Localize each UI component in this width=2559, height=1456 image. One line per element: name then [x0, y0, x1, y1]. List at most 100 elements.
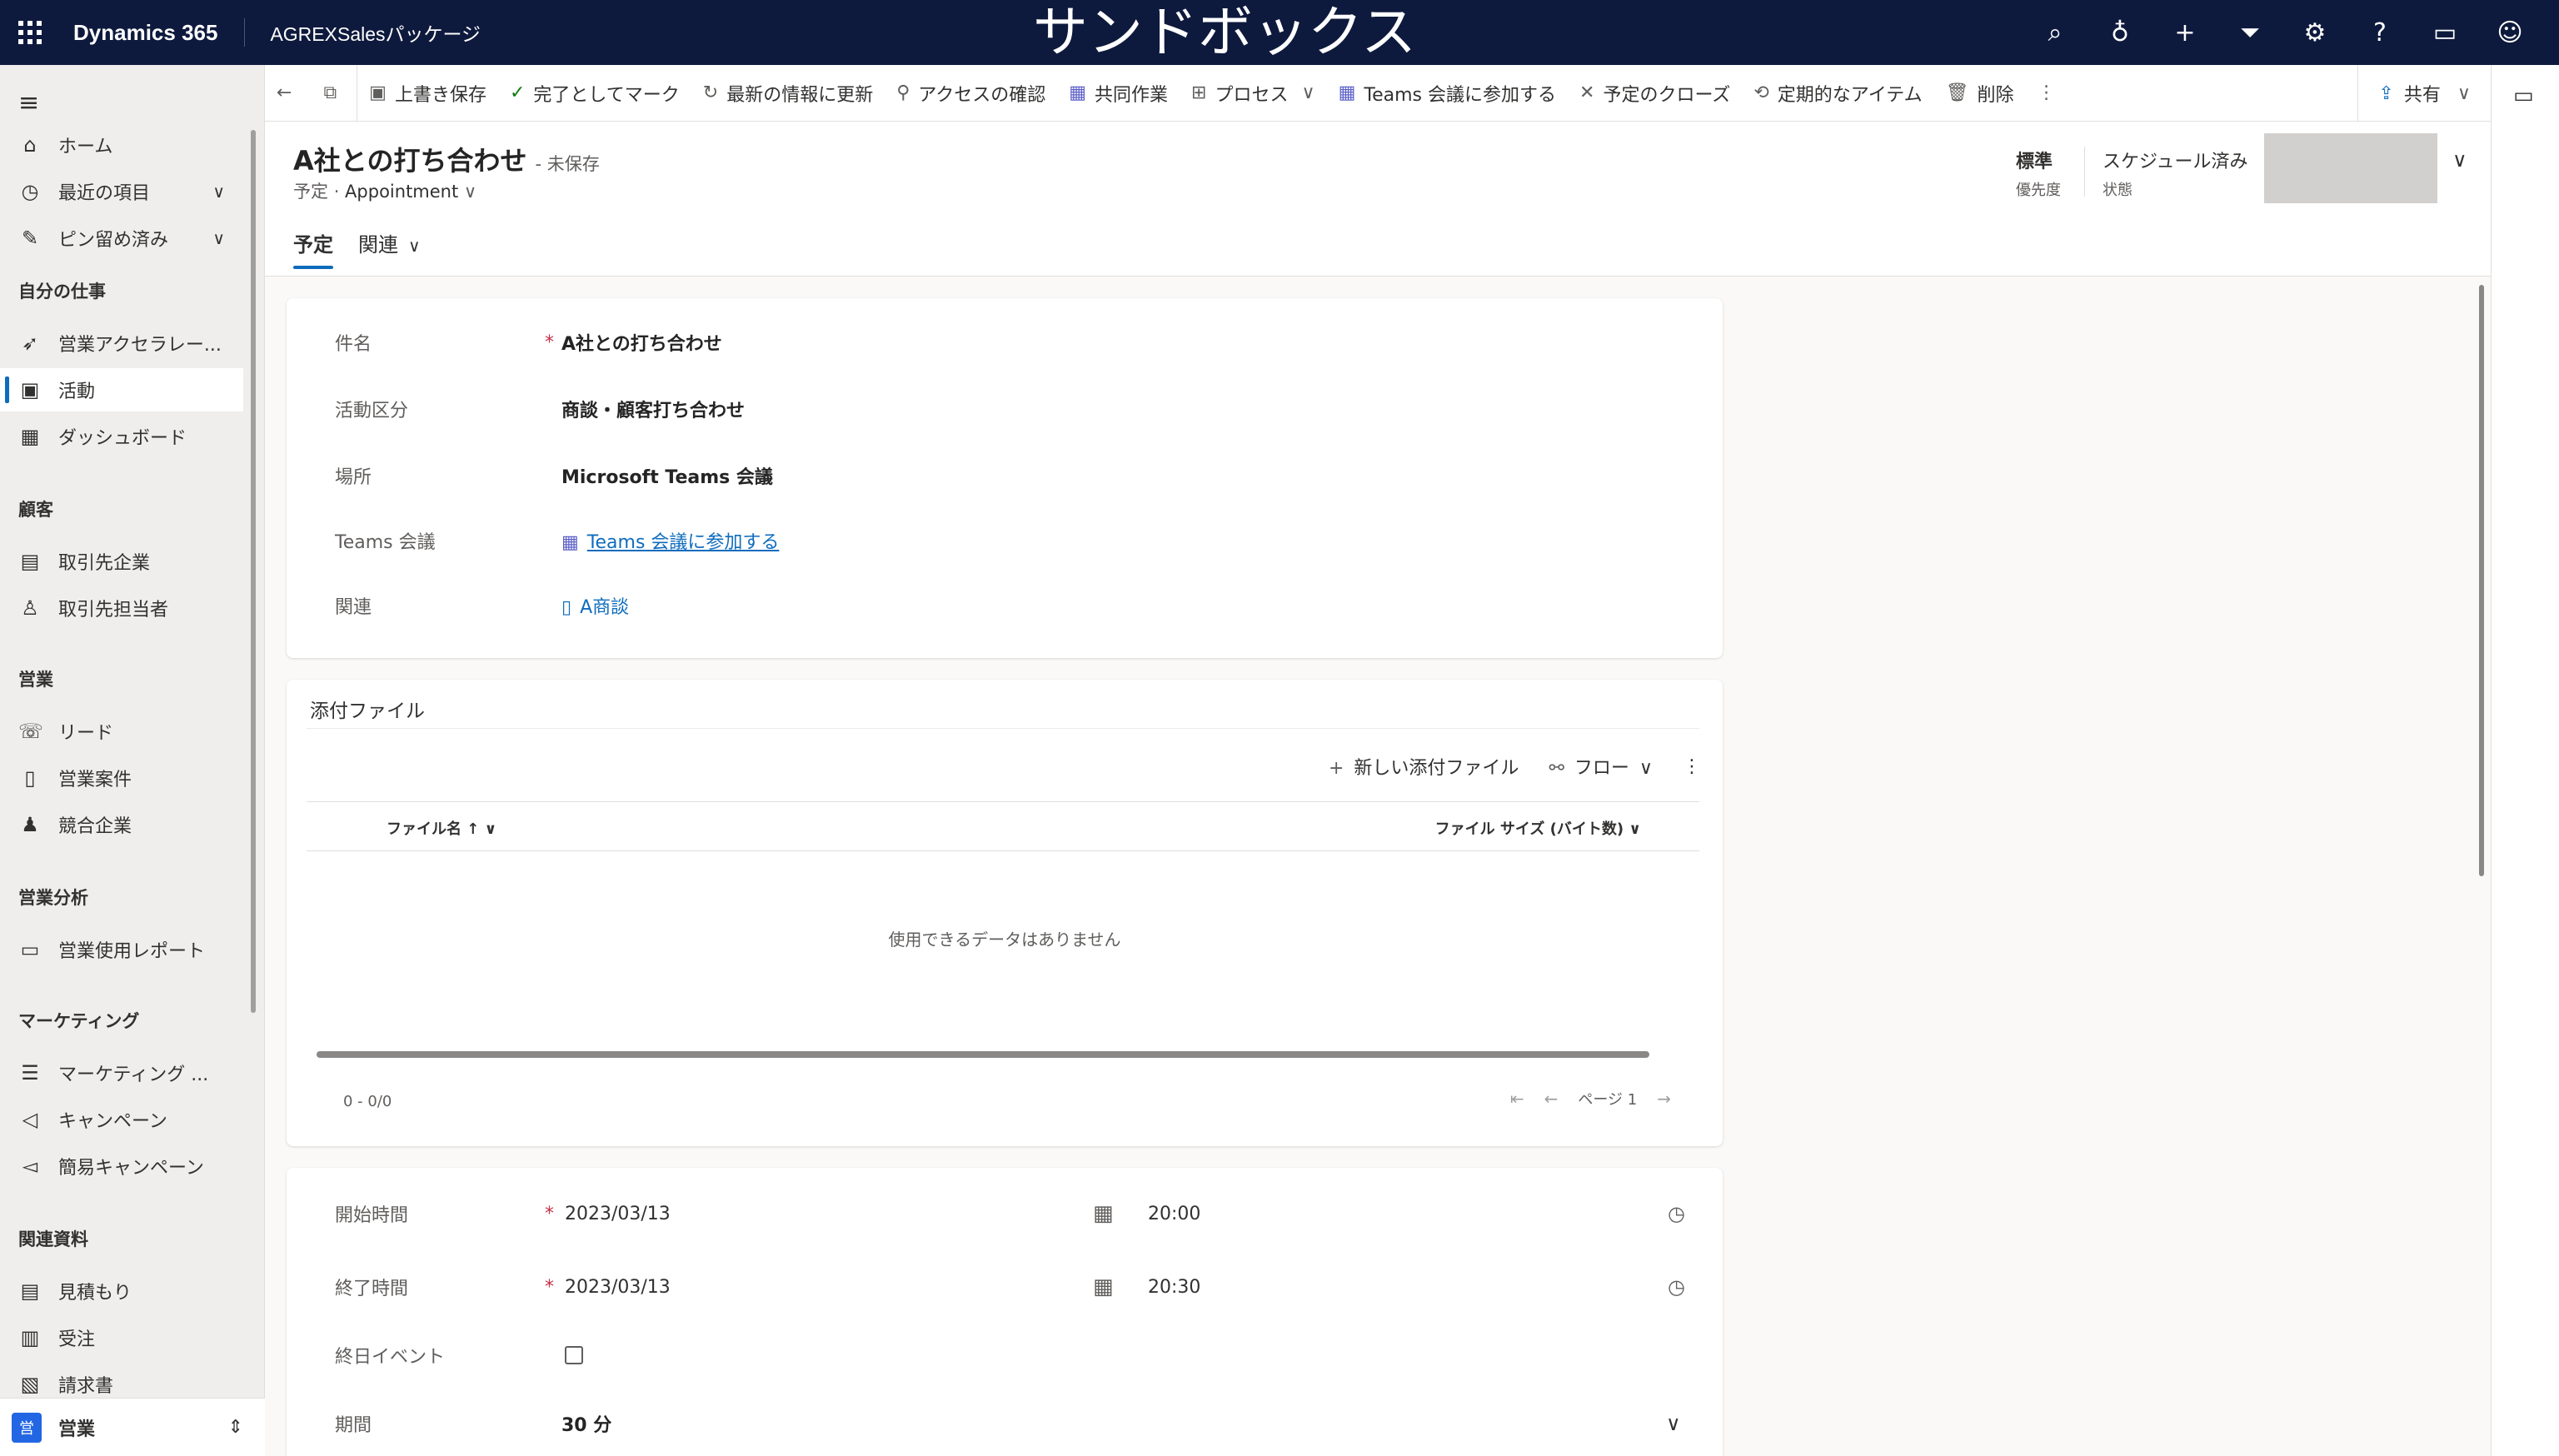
nav-item-recent[interactable]: ◷ 最近の項目 ∨ [0, 170, 243, 213]
regarding-link[interactable]: A商談 [580, 597, 629, 618]
clock-icon: ◷ [21, 180, 39, 203]
nav-item-dashboard[interactable]: ▦ ダッシュボード [0, 415, 243, 458]
form-scrollbar[interactable] [2479, 285, 2484, 876]
more-options-button[interactable]: ⋮ [1683, 756, 1701, 777]
calendar-icon[interactable]: ▦ [1093, 1274, 1114, 1299]
calendar-icon[interactable]: ▦ [1093, 1201, 1114, 1226]
save-button[interactable]: ▣ 上書き保存 [357, 65, 498, 122]
duration-select[interactable]: 30 分 [561, 1410, 611, 1437]
person-feedback-icon[interactable]: ☺ [2477, 0, 2542, 65]
filter-icon[interactable]: ⏷ [2217, 0, 2282, 65]
location-label: 場所 [335, 467, 372, 488]
hamburger-icon[interactable]: ≡ [18, 88, 39, 117]
grid-header: ファイル名 ↑ ∨ ファイル サイズ (バイト数) ∨ [307, 801, 1699, 851]
end-date-input[interactable]: 2023/03/13 [565, 1277, 671, 1298]
process-button[interactable]: ⊞ プロセス ∨ [1180, 65, 1327, 122]
nav-item-usage-report[interactable]: ▭ 営業使用レポート [0, 928, 243, 971]
mark-complete-button[interactable]: ✓ 完了としてマーク [498, 65, 691, 122]
location-input[interactable]: Microsoft Teams 会議 [561, 462, 773, 489]
empty-grid-message: 使用できるデータはありません [888, 930, 1121, 950]
close-appointment-button[interactable]: ✕ 予定のクローズ [1568, 65, 1742, 122]
horizontal-scrollbar[interactable] [317, 1051, 1649, 1058]
chevron-down-icon[interactable]: ∨ [2452, 148, 2467, 172]
nav-item-leads[interactable]: ☏ リード [0, 710, 243, 753]
chevron-down-icon[interactable]: ∨ [464, 182, 476, 202]
app-launcher-icon[interactable] [0, 0, 60, 65]
flow-button[interactable]: ⚯ フロー ∨ [1549, 753, 1653, 780]
column-header-filesize[interactable]: ファイル サイズ (バイト数) ∨ [1435, 817, 1641, 839]
nav-item-quotes[interactable]: ▤ 見積もり [0, 1269, 243, 1313]
brand-name[interactable]: Dynamics 365 [60, 18, 246, 47]
plus-icon[interactable]: + [2152, 0, 2217, 65]
phone-person-icon: ☏ [18, 720, 44, 743]
refresh-button[interactable]: ↻ 最新の情報に更新 [691, 65, 885, 122]
chevron-down-icon[interactable]: ∨ [212, 182, 225, 202]
nav-item-contacts[interactable]: ♙ 取引先担当者 [0, 586, 243, 630]
nav-item-campaigns[interactable]: ◁ キャンペーン [0, 1098, 243, 1141]
nav-item-marketing-lists[interactable]: ☰ マーケティング ... [0, 1051, 243, 1094]
owner-field-redacted[interactable] [2264, 133, 2437, 203]
nav-item-orders[interactable]: ▥ 受注 [0, 1316, 243, 1359]
flow-icon: ⚯ [1549, 758, 1564, 779]
app-name[interactable]: AGREXSalesパッケージ [245, 18, 481, 47]
help-icon[interactable]: ? [2347, 0, 2412, 65]
allday-label: 終日イベント [335, 1347, 446, 1368]
nav-item-opportunities[interactable]: ▯ 営業案件 [0, 756, 243, 800]
tab-appointment[interactable]: 予定 [293, 228, 333, 269]
nav-section-customers: 顧客 [18, 500, 53, 520]
chevron-down-icon: ∨ [1639, 758, 1653, 779]
nav-section-sales-analysis: 営業分析 [18, 888, 88, 908]
collaborate-button[interactable]: ▦ 共同作業 [1057, 65, 1180, 122]
recurrence-button[interactable]: ⟲ 定期的なアイテム [1742, 65, 1933, 122]
lightbulb-icon[interactable]: ♁ [2088, 0, 2152, 65]
search-icon[interactable]: ⌕ [2023, 0, 2088, 65]
check-icon: ✓ [509, 82, 526, 103]
subject-input[interactable]: A社との打ち合わせ [561, 329, 722, 356]
start-date-input[interactable]: 2023/03/13 [565, 1204, 671, 1224]
nav-item-activities[interactable]: ▣ 活動 [0, 368, 243, 411]
more-commands-button[interactable]: ⋮ [2026, 65, 2076, 122]
delete-button[interactable]: 🗑 削除 [1934, 65, 2026, 122]
allday-checkbox[interactable] [565, 1346, 583, 1364]
chevron-down-icon: ∨ [1301, 82, 1315, 103]
chevron-down-icon[interactable]: ∨ [1666, 1412, 1681, 1435]
megaphone-icon: ◁ [22, 1108, 38, 1131]
start-time-input[interactable]: 20:00 [1148, 1204, 1200, 1224]
category-select[interactable]: 商談・顧客打ち合わせ [561, 396, 745, 422]
prev-page-icon[interactable]: ← [1544, 1089, 1559, 1109]
chat-icon[interactable]: ▭ [2412, 0, 2477, 65]
share-button[interactable]: ⇪ 共有 ∨ [2357, 65, 2491, 122]
chevron-down-icon[interactable]: ∨ [212, 228, 225, 248]
first-page-icon[interactable]: ⇤ [1510, 1089, 1524, 1109]
home-icon: ⌂ [23, 133, 37, 157]
nav-item-quick-campaigns[interactable]: ◅ 簡易キャンペーン [0, 1144, 243, 1188]
new-attachment-button[interactable]: + 新しい添付ファイル [1329, 753, 1519, 780]
check-access-button[interactable]: ⚲ アクセスの確認 [885, 65, 1057, 122]
clock-icon[interactable]: ◷ [1668, 1275, 1685, 1299]
column-header-filename[interactable]: ファイル名 ↑ ∨ [387, 817, 496, 839]
nav-item-competitors[interactable]: ♟ 競合企業 [0, 803, 243, 846]
gear-icon[interactable]: ⚙ [2282, 0, 2347, 65]
allday-row: 終日イベント [287, 1334, 1723, 1376]
next-page-icon[interactable]: → [1657, 1089, 1671, 1109]
nav-item-pinned[interactable]: ✎ ピン留め済み ∨ [0, 217, 243, 260]
area-switcher[interactable]: 営 営業 ⇕ [0, 1398, 265, 1456]
nav-item-accounts[interactable]: ▤ 取引先企業 [0, 540, 243, 583]
back-button[interactable]: ← [265, 65, 312, 122]
record-title: A社との打ち合わせ - 未保存 [293, 140, 600, 178]
tab-related[interactable]: 関連 ∨ [358, 228, 421, 269]
chat-icon[interactable]: ▭ [2513, 83, 2534, 108]
join-teams-link[interactable]: Teams 会議に参加する [587, 532, 780, 553]
refresh-label: 最新の情報に更新 [726, 84, 874, 106]
nav-item-sales-accelerator[interactable]: ➶ 営業アクセラレー... [0, 322, 243, 365]
end-time-input[interactable]: 20:30 [1148, 1277, 1200, 1298]
join-teams-meeting-button[interactable]: ▦ Teams 会議に参加する [1327, 65, 1568, 122]
open-new-window-button[interactable]: ⧉ [312, 65, 357, 122]
form-selector[interactable]: Appointment [345, 182, 458, 202]
nav-scrollbar[interactable] [251, 130, 256, 1013]
nav-item-label: 営業アクセラレー... [58, 335, 222, 356]
clock-icon[interactable]: ◷ [1668, 1202, 1685, 1225]
nav-section-marketing: マーケティング [18, 1011, 140, 1031]
nav-item-home[interactable]: ⌂ ホーム [0, 123, 243, 167]
report-icon: ▭ [20, 938, 40, 961]
